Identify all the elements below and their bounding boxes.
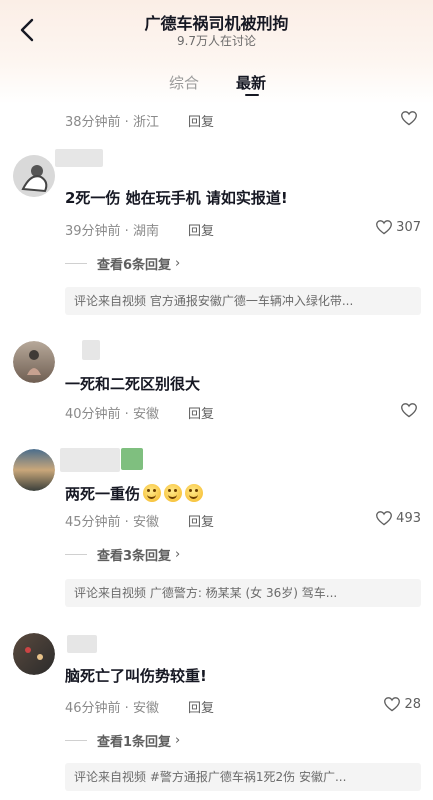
- avatar[interactable]: [13, 633, 55, 675]
- chevron-right-icon: ›: [175, 547, 181, 562]
- comment-text: 2死一伤 她在玩手机 请如实报道!: [65, 189, 288, 207]
- heart-icon: [401, 111, 417, 126]
- smile-emoji-icon: [185, 484, 204, 502]
- comment-text: 一死和二死区别很大: [65, 375, 201, 393]
- like-button[interactable]: 28: [383, 696, 421, 712]
- avatar-image: [13, 633, 55, 675]
- avatar-image: [13, 155, 55, 197]
- view-replies-label: 查看3条回复: [97, 549, 172, 564]
- view-replies-button[interactable]: 查看3条回复 ›: [65, 545, 180, 564]
- view-replies-label: 查看6条回复: [97, 258, 172, 273]
- tab-comprehensive[interactable]: 综合: [169, 72, 199, 93]
- username-blurred[interactable]: [82, 340, 100, 360]
- reply-button[interactable]: 回复: [188, 697, 214, 716]
- username-blurred: [121, 448, 143, 470]
- like-count: 493: [396, 510, 421, 526]
- comment-time-location: 38分钟前 · 浙江: [65, 115, 159, 130]
- heart-icon: [376, 511, 393, 526]
- reply-button[interactable]: 回复: [188, 220, 214, 239]
- comment-time-location: 40分钟前 · 安徽: [65, 407, 159, 422]
- chevron-right-icon: ›: [175, 733, 181, 748]
- comment-text: 脑死亡了叫伤势较重!: [65, 667, 207, 685]
- divider: [65, 554, 87, 555]
- like-button[interactable]: [400, 402, 421, 418]
- avatar-image: [13, 449, 55, 491]
- comment-time-location: 45分钟前 · 安徽: [65, 515, 159, 530]
- heart-icon: [384, 697, 401, 712]
- avatar[interactable]: [13, 449, 55, 491]
- reply-button[interactable]: 回复: [188, 111, 214, 130]
- chevron-right-icon: ›: [175, 256, 181, 271]
- view-replies-button[interactable]: 查看1条回复 ›: [65, 731, 180, 750]
- username-blurred[interactable]: [55, 149, 103, 167]
- avatar[interactable]: [13, 155, 55, 197]
- discussion-count: 9.7万人在讨论: [176, 34, 257, 48]
- heart-icon: [401, 403, 417, 418]
- like-button[interactable]: 493: [375, 510, 421, 526]
- smile-emoji-icon: [164, 484, 183, 502]
- like-count: 28: [404, 696, 421, 712]
- view-replies-button[interactable]: 查看6条回复 ›: [65, 254, 180, 273]
- video-source-link[interactable]: 评论来自视频 #警方通报广德车祸1死2伤 安徽广...: [65, 763, 421, 791]
- comment-text: 两死一重伤: [65, 483, 204, 504]
- header: 广德车祸司机被刑拘 9.7万人在讨论 综合 最新: [0, 0, 433, 104]
- avatar[interactable]: [13, 341, 55, 383]
- like-button[interactable]: [400, 110, 421, 126]
- comment-time-location: 46分钟前 · 安徽: [65, 701, 159, 716]
- avatar-image: [13, 341, 55, 383]
- view-replies-label: 查看1条回复: [97, 735, 172, 750]
- smile-emoji-icon: [143, 484, 162, 502]
- video-source-link[interactable]: 评论来自视频 广德警方: 杨某某 (女 36岁) 驾车...: [65, 579, 421, 607]
- username-blurred[interactable]: [67, 635, 97, 653]
- tab-latest[interactable]: 最新: [236, 72, 266, 93]
- divider: [65, 263, 87, 264]
- reply-button[interactable]: 回复: [188, 511, 214, 530]
- video-source-link[interactable]: 评论来自视频 官方通报安徽广德一车辆冲入绿化带...: [65, 287, 421, 315]
- divider: [65, 740, 87, 741]
- like-count: 307: [396, 219, 421, 235]
- like-button[interactable]: 307: [375, 219, 421, 235]
- username-blurred[interactable]: [60, 448, 120, 472]
- active-tab-indicator: [245, 94, 259, 96]
- comment-time-location: 39分钟前 · 湖南: [65, 224, 159, 239]
- page-title: 广德车祸司机被刑拘: [144, 14, 289, 33]
- heart-icon: [376, 220, 393, 235]
- tab-bar: 综合 最新: [0, 72, 433, 98]
- reply-button[interactable]: 回复: [188, 403, 214, 422]
